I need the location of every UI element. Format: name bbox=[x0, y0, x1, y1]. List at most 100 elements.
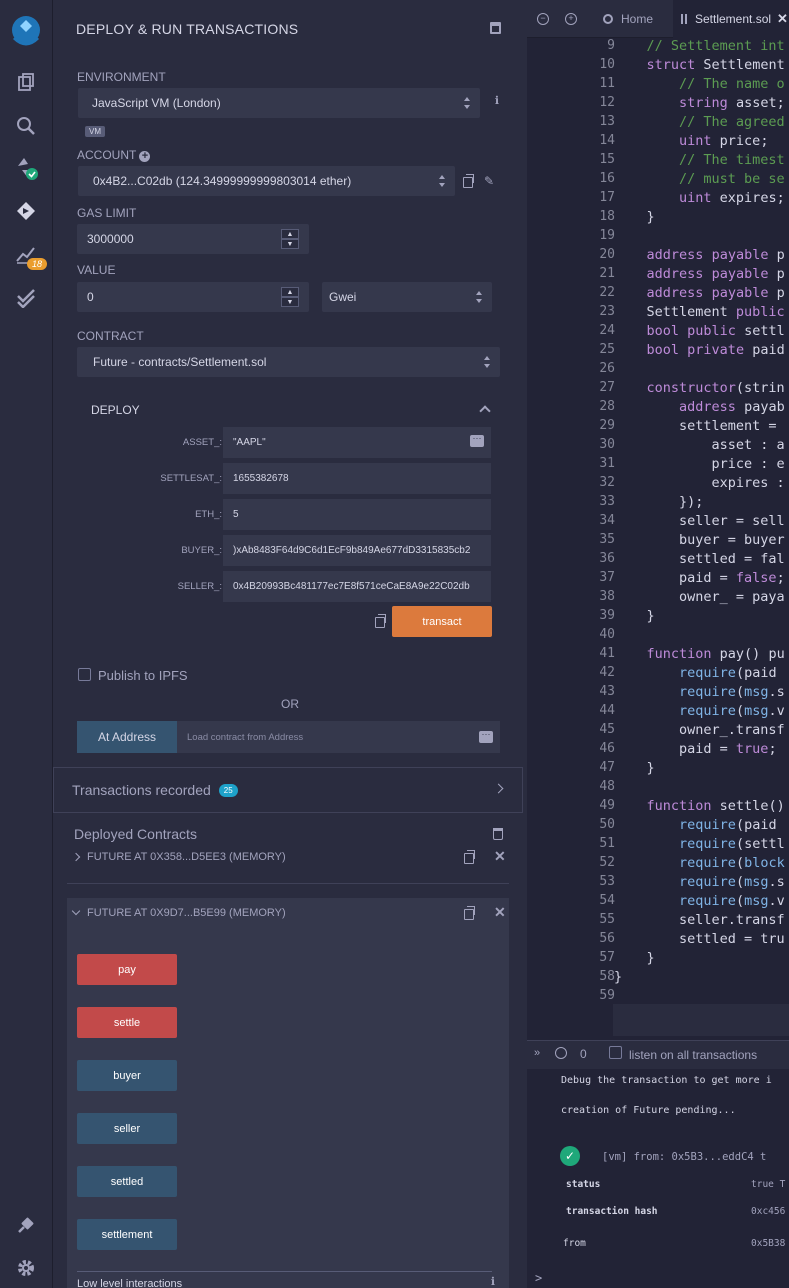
settled-button[interactable]: settled bbox=[77, 1166, 177, 1197]
deploy-run-icon[interactable] bbox=[12, 197, 40, 225]
trash-icon[interactable] bbox=[493, 828, 503, 840]
listen-checkbox[interactable] bbox=[609, 1046, 622, 1059]
code-line[interactable]: 14 uint price; bbox=[527, 133, 789, 152]
code-line[interactable]: 24 bool public settl bbox=[527, 323, 789, 342]
copy-calldata-icon[interactable] bbox=[375, 614, 386, 628]
code-line[interactable]: 15 // The timest bbox=[527, 152, 789, 171]
code-line[interactable]: 56 settled = tru bbox=[527, 931, 789, 950]
clear-console-icon[interactable] bbox=[555, 1047, 567, 1059]
documentation-icon[interactable] bbox=[490, 22, 501, 34]
buyer-button[interactable]: buyer bbox=[77, 1060, 177, 1091]
at-address-input[interactable]: Load contract from Address ··· bbox=[177, 721, 500, 753]
code-line[interactable]: 19 bbox=[527, 228, 789, 247]
publish-ipfs-checkbox[interactable] bbox=[78, 668, 91, 681]
settings-gear-icon[interactable] bbox=[12, 1254, 40, 1282]
gas-limit-input[interactable]: 3000000 ▲ ▼ bbox=[77, 224, 309, 254]
code-line[interactable]: 47 } bbox=[527, 760, 789, 779]
close-tab-icon[interactable]: ✕ bbox=[777, 11, 788, 27]
gas-stepper[interactable]: ▲ ▼ bbox=[281, 229, 299, 249]
code-line[interactable]: 53 require(msg.s bbox=[527, 874, 789, 893]
plugin-manager-icon[interactable] bbox=[12, 1211, 40, 1239]
code-line[interactable]: 26 bbox=[527, 361, 789, 380]
code-line[interactable]: 11 // The name o bbox=[527, 76, 789, 95]
code-line[interactable]: 46 paid = true; bbox=[527, 741, 789, 760]
increment-icon[interactable]: ▲ bbox=[281, 229, 299, 239]
code-line[interactable]: 58} bbox=[527, 969, 789, 988]
asset-param-input[interactable]: "AAPL" ··· bbox=[223, 427, 491, 458]
search-icon[interactable] bbox=[12, 112, 40, 140]
collapse-terminal-icon[interactable]: » bbox=[534, 1047, 540, 1059]
add-account-plus-icon[interactable]: + bbox=[139, 151, 151, 162]
code-line[interactable]: 29 settlement = bbox=[527, 418, 789, 437]
info-icon[interactable]: ℹ bbox=[487, 1276, 499, 1288]
code-line[interactable]: 43 require(msg.s bbox=[527, 684, 789, 703]
code-line[interactable]: 18 } bbox=[527, 209, 789, 228]
code-line[interactable]: 50 require(paid bbox=[527, 817, 789, 836]
deployed-instance-row[interactable]: FUTURE AT 0X9D7...B5E99 (MEMORY) bbox=[71, 906, 286, 919]
code-line[interactable]: 57 } bbox=[527, 950, 789, 969]
at-address-button[interactable]: At Address bbox=[77, 721, 177, 753]
code-line[interactable]: 48 bbox=[527, 779, 789, 798]
decrement-icon[interactable]: ▼ bbox=[281, 239, 299, 249]
code-line[interactable]: 45 owner_.transf bbox=[527, 722, 789, 741]
copy-address-icon[interactable] bbox=[464, 906, 475, 920]
code-line[interactable]: 12 string asset; bbox=[527, 95, 789, 114]
code-line[interactable]: 49 function settle() bbox=[527, 798, 789, 817]
code-line[interactable]: 35 buyer = buyer bbox=[527, 532, 789, 551]
settlesat-param-input[interactable]: 1655382678 bbox=[223, 463, 491, 494]
code-line[interactable]: 36 settled = fal bbox=[527, 551, 789, 570]
code-line[interactable]: 27 constructor(strin bbox=[527, 380, 789, 399]
remix-logo-icon[interactable] bbox=[6, 10, 46, 50]
value-input[interactable]: 0 ▲ ▼ bbox=[77, 282, 309, 312]
code-line[interactable]: 9 // Settlement int bbox=[527, 38, 789, 57]
code-line[interactable]: 13 // The agreed bbox=[527, 114, 789, 133]
code-line[interactable]: 39 } bbox=[527, 608, 789, 627]
vm-log-line[interactable]: [vm] from: 0x5B3...eddC4 t bbox=[602, 1151, 766, 1163]
code-line[interactable]: 33 }); bbox=[527, 494, 789, 513]
code-line[interactable]: 31 price : e bbox=[527, 456, 789, 475]
code-lines[interactable]: 9 // Settlement int 10 struct Settlement 1… bbox=[527, 38, 789, 1008]
code-line[interactable]: 52 require(block bbox=[527, 855, 789, 874]
expand-dots-icon[interactable]: ··· bbox=[479, 730, 493, 743]
zoom-in-icon[interactable]: + bbox=[565, 13, 577, 25]
zoom-out-icon[interactable]: − bbox=[537, 13, 549, 25]
code-line[interactable]: 23 Settlement public bbox=[527, 304, 789, 323]
copy-account-icon[interactable] bbox=[463, 174, 474, 188]
close-icon[interactable]: ✕ bbox=[494, 904, 506, 921]
info-icon[interactable]: ℹ bbox=[491, 95, 503, 107]
decrement-icon[interactable]: ▼ bbox=[281, 297, 299, 307]
code-line[interactable]: 41 function pay() pu bbox=[527, 646, 789, 665]
tab-settlement-sol[interactable]: Settlement.sol ✕ bbox=[673, 0, 789, 38]
deployed-instance-row[interactable]: FUTURE AT 0X358...D5EE3 (MEMORY) bbox=[71, 851, 286, 863]
code-line[interactable]: 25 bool private paid bbox=[527, 342, 789, 361]
pay-button[interactable]: pay bbox=[77, 954, 177, 985]
account-select[interactable]: 0x4B2...C02db (124.34999999999803014 eth… bbox=[78, 166, 455, 196]
code-line[interactable]: 20 address payable p bbox=[527, 247, 789, 266]
value-unit-select[interactable]: Gwei bbox=[322, 282, 492, 312]
solidity-compiler-icon[interactable] bbox=[12, 154, 40, 182]
transactions-recorded-toggle[interactable]: Transactions recorded 25 bbox=[53, 767, 523, 813]
code-line[interactable]: 28 address payab bbox=[527, 399, 789, 418]
file-explorer-icon[interactable] bbox=[12, 68, 40, 96]
settle-button[interactable]: settle bbox=[77, 1007, 177, 1038]
code-line[interactable]: 54 require(msg.v bbox=[527, 893, 789, 912]
tab-home[interactable]: Home bbox=[597, 0, 681, 38]
edit-account-icon[interactable]: ✎ bbox=[483, 175, 495, 187]
code-line[interactable]: 34 seller = sell bbox=[527, 513, 789, 532]
seller-param-input[interactable]: 0x4B20993Bc481177ec7E8f571ceCaE8A9e22C02… bbox=[223, 571, 491, 602]
code-line[interactable]: 40 bbox=[527, 627, 789, 646]
eth-param-input[interactable]: 5 bbox=[223, 499, 491, 530]
increment-icon[interactable]: ▲ bbox=[281, 287, 299, 297]
buyer-param-input[interactable]: )xAb8483F64d9C6d1EcF9b849Ae677dD3315835c… bbox=[223, 535, 491, 566]
seller-button[interactable]: seller bbox=[77, 1113, 177, 1144]
code-line[interactable]: 22 address payable p bbox=[527, 285, 789, 304]
transact-button[interactable]: transact bbox=[392, 606, 492, 637]
code-line[interactable]: 30 asset : a bbox=[527, 437, 789, 456]
code-line[interactable]: 21 address payable p bbox=[527, 266, 789, 285]
copy-address-icon[interactable] bbox=[464, 850, 475, 864]
code-line[interactable]: 17 uint expires; bbox=[527, 190, 789, 209]
expand-dots-icon[interactable]: ··· bbox=[470, 434, 484, 447]
settlement-button[interactable]: settlement bbox=[77, 1219, 177, 1250]
code-line[interactable]: 38 owner_ = paya bbox=[527, 589, 789, 608]
code-line[interactable]: 51 require(settl bbox=[527, 836, 789, 855]
